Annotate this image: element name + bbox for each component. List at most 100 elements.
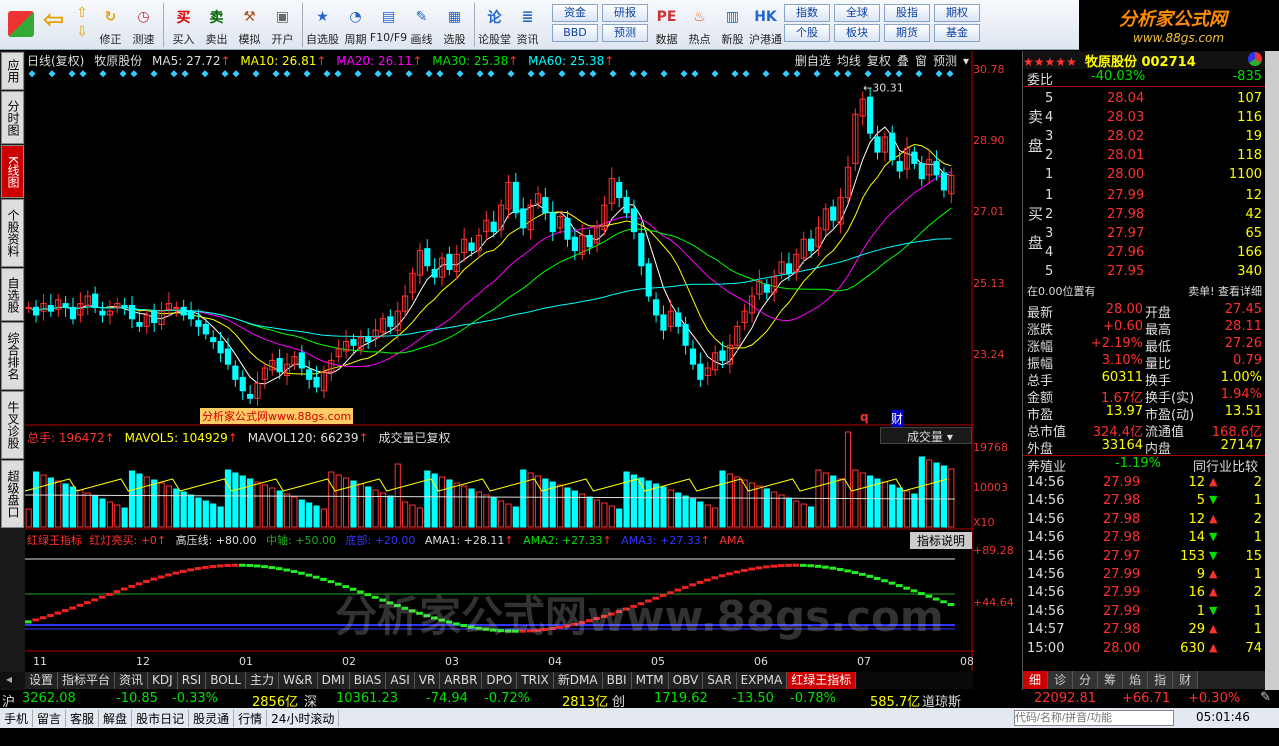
gegu-button[interactable]: 个股 bbox=[784, 24, 830, 42]
indicator-tab-13[interactable]: DPO bbox=[482, 672, 518, 689]
indicator-tab-11[interactable]: VR bbox=[414, 672, 441, 689]
indicator-tab-1[interactable]: 指标平台 bbox=[58, 672, 116, 689]
indicator-tab-8[interactable]: DMI bbox=[317, 672, 350, 689]
toolbar-button-star[interactable]: ★ 自选股 bbox=[306, 3, 339, 49]
left-tab-1[interactable]: 分时图 bbox=[1, 91, 24, 144]
indicator-tab-10[interactable]: ASI bbox=[386, 672, 415, 689]
sell-level-row: 3 28.02 19 bbox=[1023, 129, 1266, 147]
quote-tab-2[interactable]: 分 bbox=[1073, 671, 1099, 689]
buy-price[interactable]: 27.97 bbox=[1107, 226, 1144, 241]
left-tab-4[interactable]: 自选股 bbox=[1, 268, 24, 321]
zijin-button[interactable]: 资金 bbox=[552, 4, 598, 22]
toolbar-button-pen[interactable]: ✎ 画线 bbox=[405, 3, 438, 49]
vertical-scrollbar[interactable] bbox=[1265, 51, 1279, 691]
industry-compare-button[interactable]: 同行业比较 bbox=[1193, 456, 1258, 475]
yanbao-button[interactable]: 研报 bbox=[602, 4, 648, 22]
sell-price[interactable]: 28.00 bbox=[1107, 167, 1144, 182]
sell-price[interactable]: 28.01 bbox=[1107, 148, 1144, 163]
position-link[interactable]: 卖单! 查看详细 bbox=[1188, 283, 1262, 299]
indicator-help-button[interactable]: 指标说明 bbox=[910, 532, 972, 549]
stock-search-input[interactable] bbox=[1014, 710, 1174, 726]
quote-tab-4[interactable]: 焰 bbox=[1123, 671, 1149, 689]
left-tab-6[interactable]: 牛叉诊股 bbox=[1, 391, 24, 459]
indicator-tab-15[interactable]: 新DMA bbox=[553, 672, 603, 689]
indicator-tab-9[interactable]: BIAS bbox=[349, 672, 387, 689]
indicator-tab-17[interactable]: MTM bbox=[631, 672, 669, 689]
indicator-tab-16[interactable]: BBI bbox=[602, 672, 632, 689]
status-item-4[interactable]: 股市日记 bbox=[132, 709, 190, 727]
indicator-tab-0[interactable]: 设置 bbox=[25, 672, 59, 689]
volume-selector[interactable]: 成交量 ▾ bbox=[880, 427, 972, 444]
jijin-button[interactable]: 基金 bbox=[934, 24, 980, 42]
toolbar-button-data[interactable]: PE 数据 bbox=[650, 3, 683, 49]
indicator-tab-7[interactable]: W&R bbox=[279, 672, 318, 689]
toolbar-button-news[interactable]: ≣ 资讯 bbox=[511, 3, 544, 49]
app-menu-button[interactable] bbox=[4, 3, 37, 49]
toolbar-button-clock[interactable]: ◷ 测速 bbox=[127, 3, 160, 49]
scroll-left-icon[interactable]: ◂ bbox=[0, 672, 25, 689]
zhishu-button[interactable]: 指数 bbox=[784, 4, 830, 22]
qihuo-button[interactable]: 期货 bbox=[884, 24, 930, 42]
bankuai-button[interactable]: 板块 bbox=[834, 24, 880, 42]
indicator-tab-19[interactable]: SAR bbox=[703, 672, 737, 689]
toolbar-button-select[interactable]: ▦ 选股 bbox=[438, 3, 471, 49]
volume-bar bbox=[593, 499, 601, 528]
updown-button[interactable]: ⇧ ⇩ bbox=[70, 3, 94, 49]
settings-icon[interactable]: ✎ bbox=[1260, 690, 1271, 705]
toolbar-button-newstock[interactable]: ▥ 新股 bbox=[716, 3, 749, 49]
toolbar-button-hammer[interactable]: ⚒ 模拟 bbox=[233, 3, 266, 49]
toolbar-button-f10[interactable]: ▤ F10/F9 bbox=[370, 3, 407, 49]
toolbar-button-period[interactable]: ◔ 周期 bbox=[339, 3, 372, 49]
indicator-tab-14[interactable]: TRIX bbox=[517, 672, 554, 689]
quote-tab-6[interactable]: 财 bbox=[1173, 671, 1199, 689]
indicator-tab-2[interactable]: 资讯 bbox=[115, 672, 149, 689]
left-tab-7[interactable]: 超级盘口 bbox=[1, 460, 24, 528]
back-button[interactable]: ⇦ bbox=[37, 3, 70, 49]
indicator-tab-6[interactable]: 主力 bbox=[246, 672, 280, 689]
buy-price[interactable]: 27.99 bbox=[1107, 188, 1144, 203]
sell-price[interactable]: 28.02 bbox=[1107, 129, 1144, 144]
toolbar-button-lock[interactable]: ▣ 开户 bbox=[266, 3, 299, 49]
status-item-6[interactable]: 行情 bbox=[234, 709, 268, 727]
qiquan-button[interactable]: 期权 bbox=[934, 4, 980, 22]
quote-tab-5[interactable]: 指 bbox=[1148, 671, 1174, 689]
status-item-0[interactable]: 手机 bbox=[0, 709, 34, 727]
status-item-5[interactable]: 股灵通 bbox=[189, 709, 235, 727]
indicator-tab-12[interactable]: ARBR bbox=[440, 672, 483, 689]
left-tab-0[interactable]: 应用 bbox=[1, 52, 24, 90]
left-tab-5[interactable]: 综合排名 bbox=[1, 322, 24, 390]
status-item-7[interactable]: 24小时滚动 bbox=[267, 709, 340, 727]
toolbar-button-forum[interactable]: 论论股堂 bbox=[478, 3, 511, 49]
buy-price[interactable]: 27.98 bbox=[1107, 207, 1144, 222]
yuce-button[interactable]: 预测 bbox=[602, 24, 648, 42]
status-item-2[interactable]: 客服 bbox=[66, 709, 100, 727]
bbd-button[interactable]: BBD bbox=[552, 24, 598, 42]
status-item-1[interactable]: 留言 bbox=[33, 709, 67, 727]
quanqiu-button[interactable]: 全球 bbox=[834, 4, 880, 22]
toolbar-button-hkconnect[interactable]: HK 沪港通 bbox=[749, 3, 782, 49]
quote-tab-3[interactable]: 筹 bbox=[1098, 671, 1124, 689]
buy-price[interactable]: 27.96 bbox=[1107, 245, 1144, 260]
indicator-tab-21[interactable]: 红绿王指标 bbox=[787, 672, 857, 689]
indicator-tab-5[interactable]: BOLL bbox=[206, 672, 247, 689]
indicator-tab-18[interactable]: OBV bbox=[668, 672, 704, 689]
pie-icon[interactable] bbox=[1248, 52, 1262, 66]
toolbar-button-hot[interactable]: ♨ 热点 bbox=[683, 3, 716, 49]
indicator-tab-20[interactable]: EXPMA bbox=[736, 672, 788, 689]
indicator-tab-4[interactable]: RSI bbox=[177, 672, 207, 689]
left-tab-3[interactable]: 个股资料 bbox=[1, 199, 24, 267]
sell-price[interactable]: 28.03 bbox=[1107, 110, 1144, 125]
guzhi-button[interactable]: 股指 bbox=[884, 4, 930, 22]
quote-tab-0[interactable]: 细 bbox=[1023, 671, 1049, 689]
indicator-tab-3[interactable]: KDJ bbox=[148, 672, 178, 689]
buy-price[interactable]: 27.95 bbox=[1107, 264, 1144, 279]
toolbar-button-refresh[interactable]: ↻ 修正 bbox=[94, 3, 127, 49]
status-item-3[interactable]: 解盘 bbox=[99, 709, 133, 727]
quote-tab-1[interactable]: 诊 bbox=[1048, 671, 1074, 689]
chart-area[interactable]: 日线(复权) 牧原股份 MA5: 27.72↑ MA10: 26.81↑ MA2… bbox=[25, 51, 973, 671]
toolbar-button-sell[interactable]: 卖卖出 bbox=[200, 3, 233, 49]
indicator-marker bbox=[120, 587, 128, 591]
left-tab-2[interactable]: K线图 bbox=[1, 145, 24, 198]
toolbar-button-buy[interactable]: 买买入 bbox=[167, 3, 200, 49]
sell-price[interactable]: 28.04 bbox=[1107, 91, 1144, 106]
